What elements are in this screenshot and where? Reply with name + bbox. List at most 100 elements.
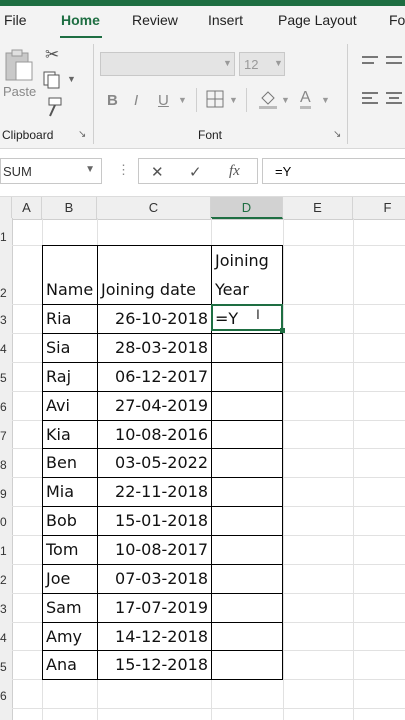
- fill-handle[interactable]: [280, 328, 285, 333]
- column-header-a[interactable]: A: [12, 197, 42, 219]
- row-header[interactable]: 2: [0, 573, 12, 587]
- header-name[interactable]: Name: [46, 280, 93, 299]
- cell-name[interactable]: Amy: [46, 627, 82, 646]
- cell-date[interactable]: 07-03-2018: [97, 569, 208, 588]
- cell-date[interactable]: 03-05-2022: [97, 453, 208, 472]
- row-header[interactable]: 0: [0, 515, 12, 529]
- header-joining-date[interactable]: Joining date: [101, 280, 196, 299]
- column-header-e[interactable]: E: [283, 197, 353, 219]
- cell-date[interactable]: 14-12-2018: [97, 627, 208, 646]
- row-header[interactable]: 9: [0, 487, 12, 501]
- gridline: [283, 218, 284, 720]
- copy-dropdown-icon[interactable]: ▼: [67, 75, 76, 84]
- cut-icon[interactable]: ✂: [45, 46, 59, 63]
- row-header[interactable]: 5: [0, 660, 12, 674]
- select-all-corner[interactable]: [0, 197, 12, 219]
- cell-date[interactable]: 15-01-2018: [97, 511, 208, 530]
- cell-name[interactable]: Kia: [46, 425, 71, 444]
- insert-function-icon[interactable]: fx: [229, 163, 240, 180]
- cell-name[interactable]: Bob: [46, 511, 77, 530]
- row-header[interactable]: 5: [0, 371, 12, 385]
- align-middle-icon[interactable]: [384, 90, 404, 108]
- tab-page-layout[interactable]: Page Layout: [278, 12, 357, 28]
- table-border: [42, 506, 283, 507]
- paste-button[interactable]: Paste: [2, 46, 36, 106]
- tab-home[interactable]: Home: [61, 12, 100, 28]
- row-header[interactable]: 2: [0, 286, 12, 300]
- active-cell-selection[interactable]: [211, 304, 283, 331]
- row-header[interactable]: 4: [0, 342, 12, 356]
- row-header[interactable]: 1: [0, 544, 12, 558]
- row-header[interactable]: 6: [0, 689, 12, 703]
- cell-name[interactable]: Tom: [46, 540, 78, 559]
- column-header-b[interactable]: B: [42, 197, 97, 219]
- row-header[interactable]: 7: [0, 429, 12, 443]
- align-top-icon[interactable]: [360, 54, 380, 72]
- cell-name[interactable]: Ana: [46, 655, 77, 674]
- underline-dropdown-icon[interactable]: ▼: [178, 96, 187, 105]
- cell-name[interactable]: Ria: [46, 309, 71, 328]
- more-options-icon[interactable]: ⋮: [117, 163, 130, 176]
- cell-name[interactable]: Raj: [46, 367, 71, 386]
- tab-insert[interactable]: Insert: [208, 12, 243, 28]
- copy-icon[interactable]: [42, 70, 64, 90]
- clipboard-launcher-icon[interactable]: ↘: [78, 130, 86, 140]
- header-joining-year-line2[interactable]: Year: [215, 280, 249, 299]
- table-border: [42, 362, 283, 363]
- italic-button[interactable]: I: [134, 92, 138, 109]
- align-center-icon[interactable]: [384, 54, 404, 72]
- underline-button[interactable]: U: [158, 92, 169, 109]
- font-name-select[interactable]: ▼: [100, 52, 235, 76]
- align-left-icon[interactable]: [360, 90, 380, 108]
- chevron-down-icon: ▼: [274, 58, 283, 68]
- column-header-d[interactable]: D: [211, 197, 283, 219]
- borders-dropdown-icon[interactable]: ▼: [229, 96, 238, 105]
- cell-name[interactable]: Sam: [46, 598, 82, 617]
- table-border: [42, 593, 283, 594]
- cancel-icon[interactable]: ✕: [151, 163, 164, 181]
- format-painter-icon[interactable]: [43, 96, 65, 118]
- header-joining-year-line1[interactable]: Joining: [215, 251, 269, 270]
- row-header[interactable]: 3: [0, 602, 12, 616]
- column-header-c[interactable]: C: [97, 197, 211, 219]
- row-header[interactable]: 4: [0, 631, 12, 645]
- cell-name[interactable]: Sia: [46, 338, 70, 357]
- cell-name[interactable]: Mia: [46, 482, 74, 501]
- formula-buttons: ✕ ✓ fx: [138, 158, 258, 184]
- cell-date[interactable]: 10-08-2017: [97, 540, 208, 559]
- row-header[interactable]: 1: [0, 230, 12, 244]
- font-color-icon[interactable]: A: [300, 90, 311, 109]
- enter-icon[interactable]: ✓: [189, 163, 202, 181]
- font-color-dropdown-icon[interactable]: ▼: [321, 96, 330, 105]
- font-size-select[interactable]: 12 ▼: [239, 52, 285, 76]
- borders-icon[interactable]: [205, 89, 225, 109]
- cell-name[interactable]: Avi: [46, 396, 70, 415]
- column-header-f[interactable]: F: [353, 197, 405, 219]
- bold-button[interactable]: B: [107, 92, 118, 109]
- tab-file[interactable]: File: [4, 12, 27, 28]
- row-header[interactable]: 6: [0, 400, 12, 414]
- tab-review[interactable]: Review: [132, 12, 178, 28]
- fill-color-dropdown-icon[interactable]: ▼: [281, 96, 290, 105]
- table-border: [42, 535, 283, 536]
- row-header[interactable]: 8: [0, 458, 12, 472]
- name-box[interactable]: SUM ▼: [0, 158, 102, 184]
- cell-date[interactable]: 28-03-2018: [97, 338, 208, 357]
- cell-name[interactable]: Joe: [46, 569, 70, 588]
- fill-color-icon[interactable]: [257, 88, 279, 110]
- cell-date[interactable]: 15-12-2018: [97, 655, 208, 674]
- cell-date[interactable]: 26-10-2018: [97, 309, 208, 328]
- cell-date[interactable]: 17-07-2019: [97, 598, 208, 617]
- ribbon-divider: [93, 44, 94, 144]
- font-launcher-icon[interactable]: ↘: [333, 130, 341, 140]
- formula-input[interactable]: =Y: [262, 158, 405, 184]
- cell-date[interactable]: 22-11-2018: [97, 482, 208, 501]
- cell-date[interactable]: 10-08-2016: [97, 425, 208, 444]
- table-border: [42, 391, 283, 392]
- tab-formulas[interactable]: Fo: [389, 12, 405, 28]
- cell-date[interactable]: 06-12-2017: [97, 367, 208, 386]
- cell-name[interactable]: Ben: [46, 453, 77, 472]
- table-border: [42, 245, 283, 246]
- row-header[interactable]: 3: [0, 313, 12, 327]
- cell-date[interactable]: 27-04-2019: [97, 396, 208, 415]
